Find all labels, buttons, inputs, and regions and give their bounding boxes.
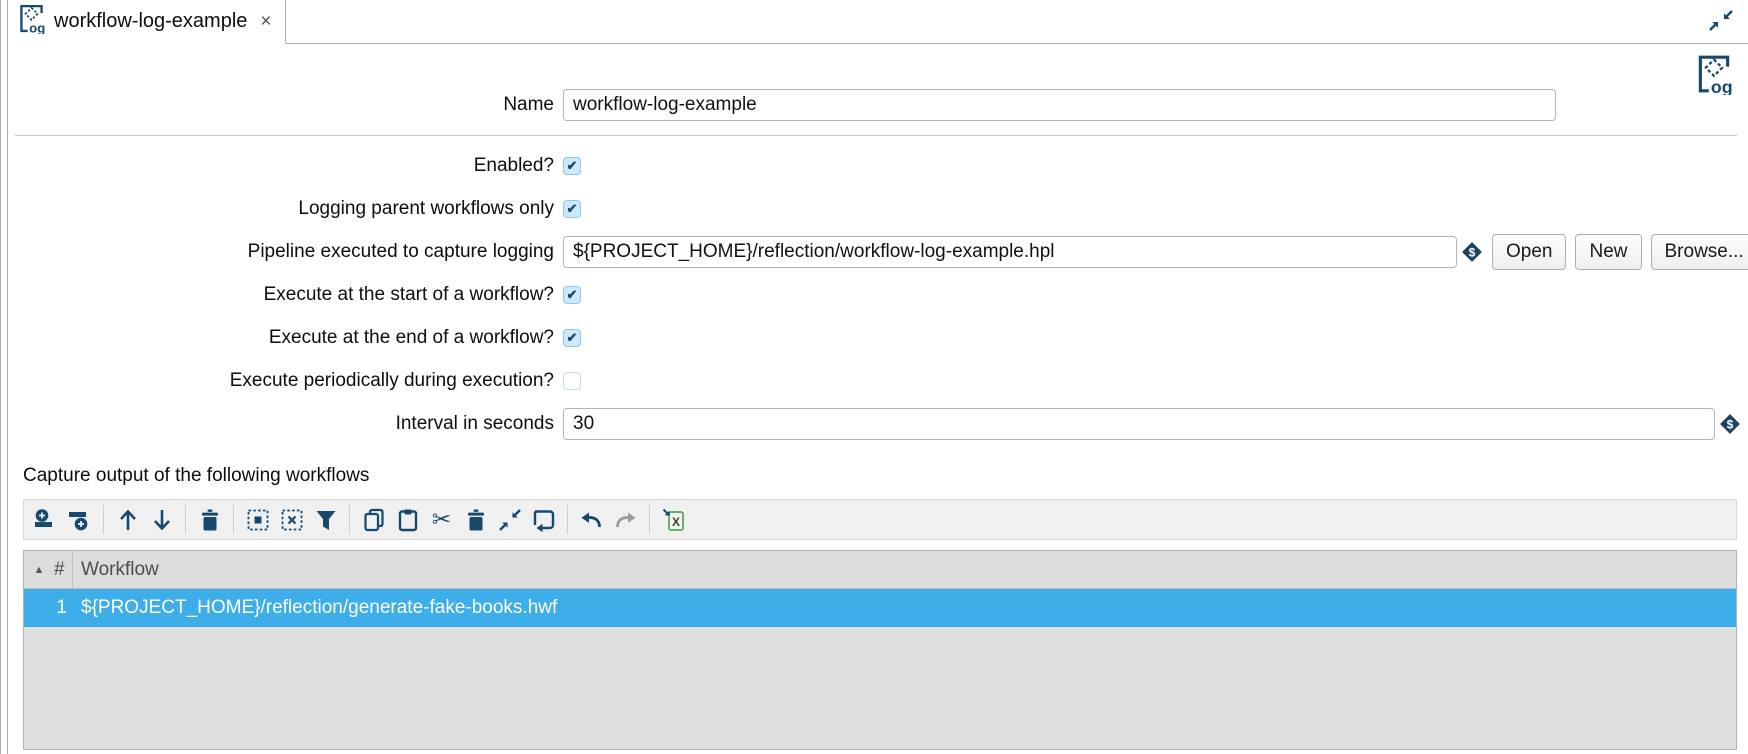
interval-input[interactable] [563, 408, 1715, 440]
move-up-icon[interactable] [112, 504, 143, 535]
exec-end-row: Execute at the end of a workflow? [15, 316, 1748, 359]
perspective-sash[interactable] [0, 0, 8, 754]
insert-row-before-icon[interactable] [30, 504, 61, 535]
redo-icon[interactable] [610, 504, 641, 535]
clear-selection-icon[interactable] [276, 504, 307, 535]
exec-periodic-label: Execute periodically during execution? [15, 370, 563, 392]
name-input[interactable] [563, 89, 1556, 121]
interval-row: Interval in seconds $ [15, 402, 1748, 445]
exec-periodic-checkbox[interactable] [563, 372, 581, 390]
toolbar-separator [185, 505, 186, 534]
enabled-row: Enabled? [15, 144, 1748, 187]
interval-label: Interval in seconds [15, 413, 563, 435]
toolbar-separator [103, 505, 104, 534]
svg-text:X: X [671, 515, 679, 529]
open-button[interactable]: Open [1492, 234, 1566, 270]
capture-section-title: Capture output of the following workflow… [23, 465, 1748, 487]
parent-only-row: Logging parent workflows only [15, 187, 1748, 230]
column-header-workflow[interactable]: Workflow [72, 551, 1736, 588]
export-to-excel-icon[interactable]: X [658, 504, 689, 535]
row-workflow-path[interactable]: ${PROJECT_HOME}/reflection/generate-fake… [72, 597, 557, 619]
table-row-selected[interactable]: 1 ${PROJECT_HOME}/reflection/generate-fa… [24, 589, 1736, 627]
pipeline-row: Pipeline executed to capture logging $ O… [15, 230, 1748, 273]
toolbar-separator [567, 505, 568, 534]
new-button[interactable]: New [1575, 234, 1641, 270]
pipeline-label: Pipeline executed to capture logging [15, 241, 563, 263]
row-number: 1 [24, 597, 72, 619]
workflow-log-large-icon: og [1696, 53, 1732, 101]
parent-only-checkbox[interactable] [563, 200, 581, 218]
name-label: Name [15, 94, 563, 116]
svg-text:$: $ [1727, 417, 1734, 431]
exec-start-label: Execute at the start of a workflow? [15, 284, 563, 306]
name-row: Name [15, 83, 1748, 126]
toolbar-separator [649, 505, 650, 534]
workflow-log-icon: og [18, 3, 45, 40]
workflow-log-editor: og Name Enabled? Logging parent workflow… [8, 45, 1748, 754]
tab-bar: og workflow-log-example × [8, 0, 1748, 44]
move-down-icon[interactable] [146, 504, 177, 535]
delete-row-icon[interactable] [194, 504, 225, 535]
exec-periodic-row: Execute periodically during execution? [15, 359, 1748, 402]
svg-text:og: og [29, 20, 45, 34]
undo-icon[interactable] [576, 504, 607, 535]
browse-button[interactable]: Browse... [1651, 234, 1748, 270]
copy-row-to-all-rows-icon[interactable] [528, 504, 559, 535]
exec-start-checkbox[interactable] [563, 286, 581, 304]
svg-text:$: $ [1469, 245, 1476, 259]
select-all-rows-icon[interactable] [242, 504, 273, 535]
parent-only-label: Logging parent workflows only [15, 198, 563, 220]
cut-rows-icon[interactable]: ✂ [426, 504, 457, 535]
table-header[interactable]: ▲ # Workflow [24, 551, 1736, 589]
exec-start-row: Execute at the start of a workflow? [15, 273, 1748, 316]
workflows-table: ▲ # Workflow 1 ${PROJECT_HOME}/reflectio… [23, 550, 1737, 750]
copy-rows-icon[interactable] [358, 504, 389, 535]
table-empty-area[interactable] [24, 627, 1736, 749]
column-header-number[interactable]: # [54, 559, 72, 581]
tab-workflow-log-example[interactable]: og workflow-log-example × [8, 0, 286, 44]
toolbar-separator [349, 505, 350, 534]
sort-ascending-icon[interactable]: ▲ [24, 564, 54, 576]
delete-rows-icon[interactable] [460, 504, 491, 535]
enabled-checkbox[interactable] [563, 157, 581, 175]
insert-row-after-icon[interactable] [64, 504, 95, 535]
minimize-panel-icon[interactable] [1708, 9, 1734, 38]
exec-end-checkbox[interactable] [563, 329, 581, 347]
paste-rows-icon[interactable] [392, 504, 423, 535]
tab-close-icon[interactable]: × [260, 11, 271, 33]
svg-text:og: og [1711, 77, 1732, 95]
pipeline-input[interactable] [563, 236, 1457, 268]
enabled-label: Enabled? [15, 155, 563, 177]
keep-selected-rows-icon[interactable] [494, 504, 525, 535]
form-separator [15, 135, 1737, 136]
exec-end-label: Execute at the end of a workflow? [15, 327, 563, 349]
variable-icon[interactable]: $ [1461, 241, 1483, 263]
variable-icon[interactable]: $ [1719, 413, 1741, 435]
tab-title: workflow-log-example [54, 10, 247, 33]
filter-rows-icon[interactable] [310, 504, 341, 535]
rows-toolbar: ✂ [23, 499, 1737, 540]
toolbar-separator [233, 505, 234, 534]
